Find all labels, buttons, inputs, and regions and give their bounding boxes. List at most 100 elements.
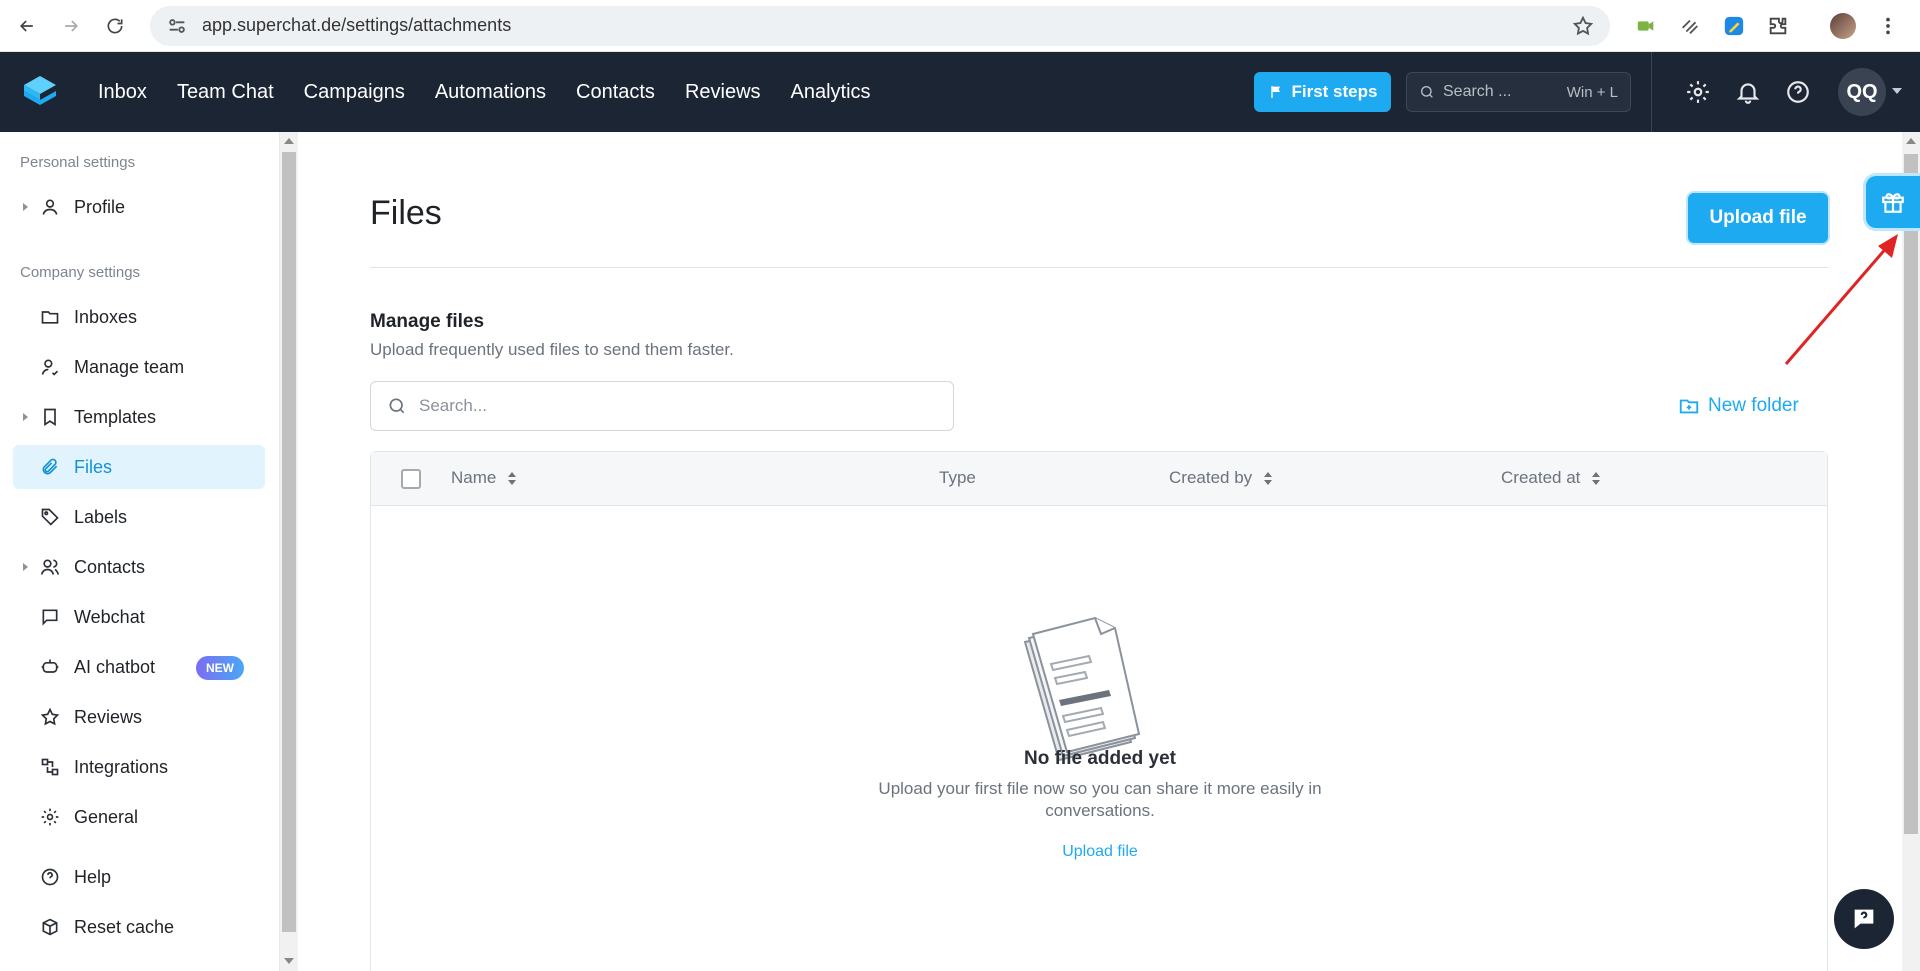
bell-icon[interactable] [1735,79,1761,105]
search-shortcut: Win + L [1566,83,1618,101]
column-created-by[interactable]: Created by [1169,468,1273,488]
bookmark-icon [40,406,62,428]
sidebar-item-label: Help [74,866,112,887]
header-divider [1651,52,1652,132]
sidebar-item-label: Webchat [74,606,145,627]
sidebar-scrollbar[interactable] [280,132,298,971]
global-search-placeholder: Search ... [1443,83,1512,100]
browser-nav [12,11,130,41]
sidebar-item-label: Inboxes [74,306,138,327]
column-name[interactable]: Name [451,468,517,488]
bookmark-star-icon[interactable] [1572,15,1594,37]
sidebar-item-manage-team[interactable]: Manage team [13,345,265,389]
sidebar-item-reset-cache[interactable]: Reset cache [13,905,265,949]
user-avatar[interactable]: QQ [1838,68,1886,116]
sidebar-item-profile[interactable]: Profile [13,185,265,229]
sidebar-item-label: Contacts [74,556,146,577]
chat-help-icon [1854,909,1874,929]
section-subtitle: Upload frequently used files to send the… [370,340,734,359]
user-icon [40,196,62,218]
kebab-menu-icon[interactable] [1876,14,1900,38]
sort-icon[interactable] [1264,471,1273,485]
forward-icon[interactable] [56,11,86,41]
company-settings-heading: Company settings [20,264,141,281]
select-all-checkbox[interactable] [401,469,421,489]
scroll-up-arrow-icon[interactable] [284,138,294,144]
scroll-up-arrow-icon[interactable] [1906,138,1916,144]
sidebar-item-inboxes[interactable]: Inboxes [13,295,265,339]
star-icon [40,706,62,728]
user-menu-caret[interactable] [1892,88,1902,94]
expand-caret-icon[interactable] [23,563,28,571]
address-bar[interactable]: app.superchat.de/settings/attachments [150,5,1610,46]
meet-extension-icon[interactable] [1634,14,1658,38]
site-settings-icon[interactable] [166,15,188,37]
nav-team-chat[interactable]: Team Chat [177,81,274,104]
global-search[interactable]: Search ... Win + L [1406,72,1631,112]
help-circle-icon [40,866,62,888]
sidebar-item-label: Reviews [74,706,143,727]
pen-extension-icon[interactable] [1722,14,1746,38]
expand-caret-icon[interactable] [23,203,28,211]
main-content: Files Upload file Manage files Upload fr… [298,132,1902,971]
nav-automations[interactable]: Automations [435,81,546,104]
nav-contacts[interactable]: Contacts [576,81,655,104]
sidebar-item-help[interactable]: Help [13,855,265,899]
browser-profile-avatar[interactable] [1830,12,1856,39]
files-search-placeholder: Search... [419,396,488,415]
annotation-arrow [1784,234,1898,365]
reload-icon[interactable] [100,11,130,41]
app-header: Inbox Team Chat Campaigns Automations Co… [0,52,1920,132]
gear-icon[interactable] [1685,79,1711,105]
sidebar-item-labels[interactable]: Labels [13,495,265,539]
expand-caret-icon[interactable] [23,413,28,421]
sidebar-scrollbar-thumb[interactable] [282,152,296,932]
sidebar-item-general[interactable]: General [13,795,265,839]
sidebar-item-webchat[interactable]: Webchat [13,595,265,639]
folder-icon [40,306,62,328]
back-icon[interactable] [12,11,42,41]
gift-tab-button[interactable] [1866,176,1920,228]
sidebar-item-label: AI chatbot [74,656,156,677]
browser-toolbar: app.superchat.de/settings/attachments [0,0,1920,52]
paperclip-icon [40,456,62,478]
column-label: Created by [1169,468,1253,487]
box-icon [40,916,62,938]
column-label: Type [939,468,976,487]
sidebar-item-label: Files [74,456,113,477]
title-divider [370,267,1828,268]
scroll-down-arrow-icon[interactable] [284,958,294,964]
sidebar-item-reviews[interactable]: Reviews [13,695,265,739]
files-search-input[interactable]: Search... [370,381,954,431]
puzzle-extensions-icon[interactable] [1766,14,1790,38]
column-type: Type [939,468,976,488]
sort-icon[interactable] [1592,471,1601,485]
sidebar-item-label: Manage team [74,356,185,377]
tag-icon [40,506,62,528]
support-chat-button[interactable] [1834,889,1894,949]
first-steps-button[interactable]: First steps [1254,72,1391,112]
nav-reviews[interactable]: Reviews [685,81,761,104]
files-table: Name Type Created by Created at No file … [370,451,1828,971]
empty-state-title: No file added yet [1023,748,1177,769]
sidebar-item-contacts[interactable]: Contacts [13,545,265,589]
sidebar-item-ai-chatbot[interactable]: AI chatbot NEW [13,645,265,689]
column-created-at[interactable]: Created at [1501,468,1601,488]
users-icon [40,556,62,578]
gear-icon [40,806,62,828]
sort-icon[interactable] [508,471,517,485]
sidebar-item-templates[interactable]: Templates [13,395,265,439]
nav-inbox[interactable]: Inbox [98,81,147,104]
nav-analytics[interactable]: Analytics [791,81,871,104]
help-icon[interactable] [1785,79,1811,105]
new-folder-button[interactable]: New folder [1678,395,1799,417]
column-label: Created at [1501,468,1581,487]
empty-upload-link[interactable]: Upload file [371,843,1829,861]
folder-plus-icon [1679,399,1699,414]
layers-extension-icon[interactable] [1678,14,1702,38]
table-header: Name Type Created by Created at [371,452,1827,506]
sidebar-item-files[interactable]: Files [13,445,265,489]
sidebar-item-integrations[interactable]: Integrations [13,745,265,789]
superchat-logo[interactable] [20,72,60,112]
nav-campaigns[interactable]: Campaigns [304,81,405,104]
